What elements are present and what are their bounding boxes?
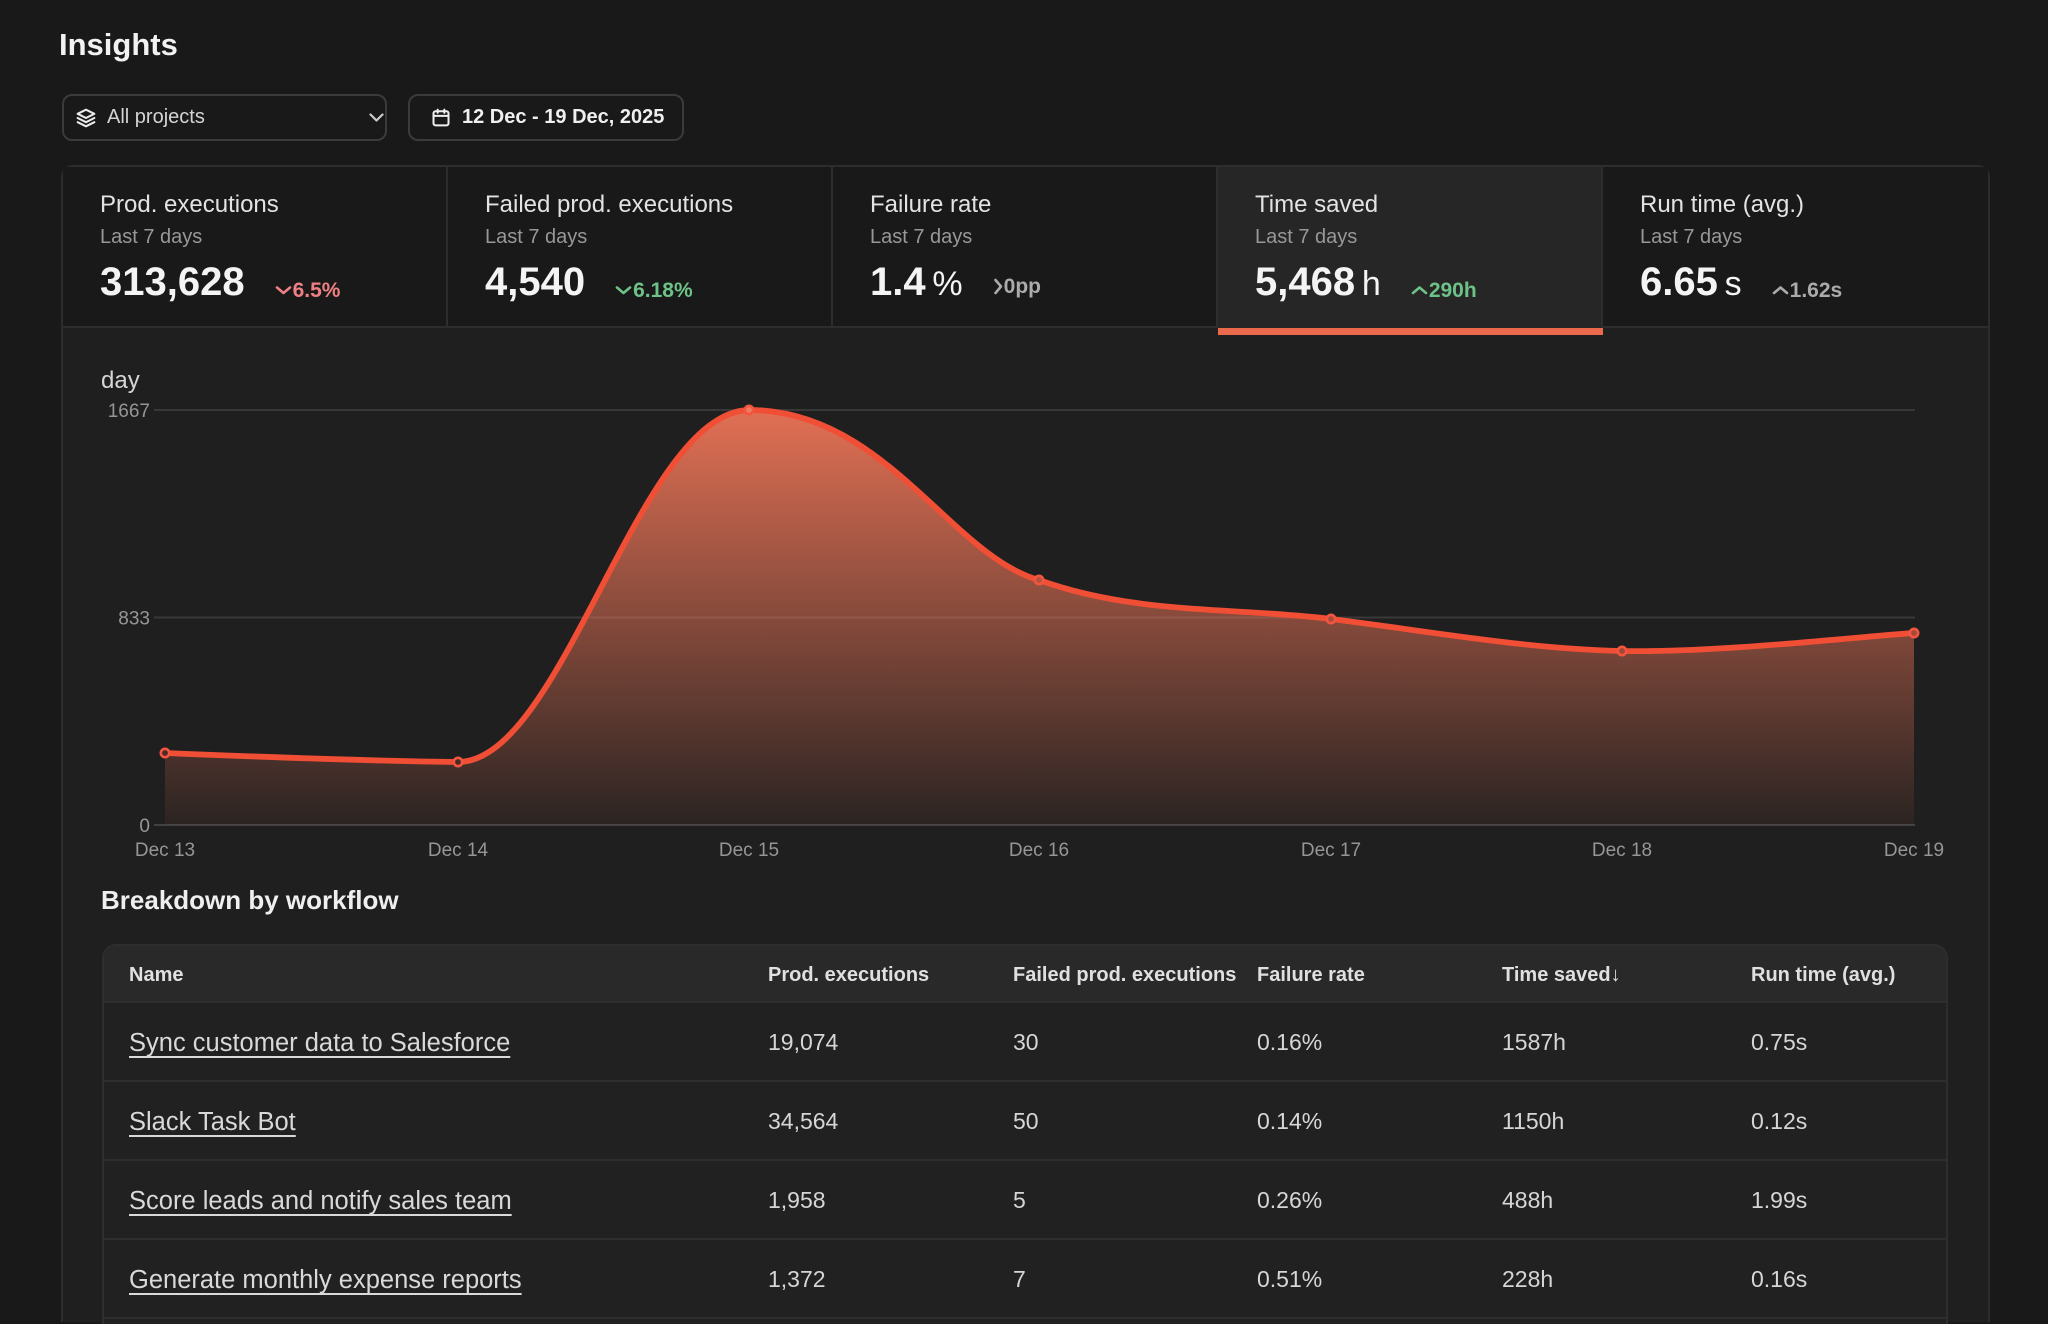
svg-text:Dec 14: Dec 14 — [428, 840, 489, 861]
svg-text:Dec 17: Dec 17 — [1301, 840, 1361, 861]
svg-text:Dec 16: Dec 16 — [1009, 840, 1069, 861]
svg-text:1667: 1667 — [108, 401, 150, 422]
svg-text:Dec 15: Dec 15 — [719, 840, 779, 861]
svg-text:0: 0 — [139, 816, 150, 837]
svg-text:833: 833 — [118, 609, 150, 630]
svg-text:Dec 19: Dec 19 — [1884, 840, 1944, 861]
svg-text:day: day — [101, 367, 140, 394]
svg-text:Dec 13: Dec 13 — [135, 840, 195, 861]
svg-text:Dec 18: Dec 18 — [1592, 840, 1652, 861]
